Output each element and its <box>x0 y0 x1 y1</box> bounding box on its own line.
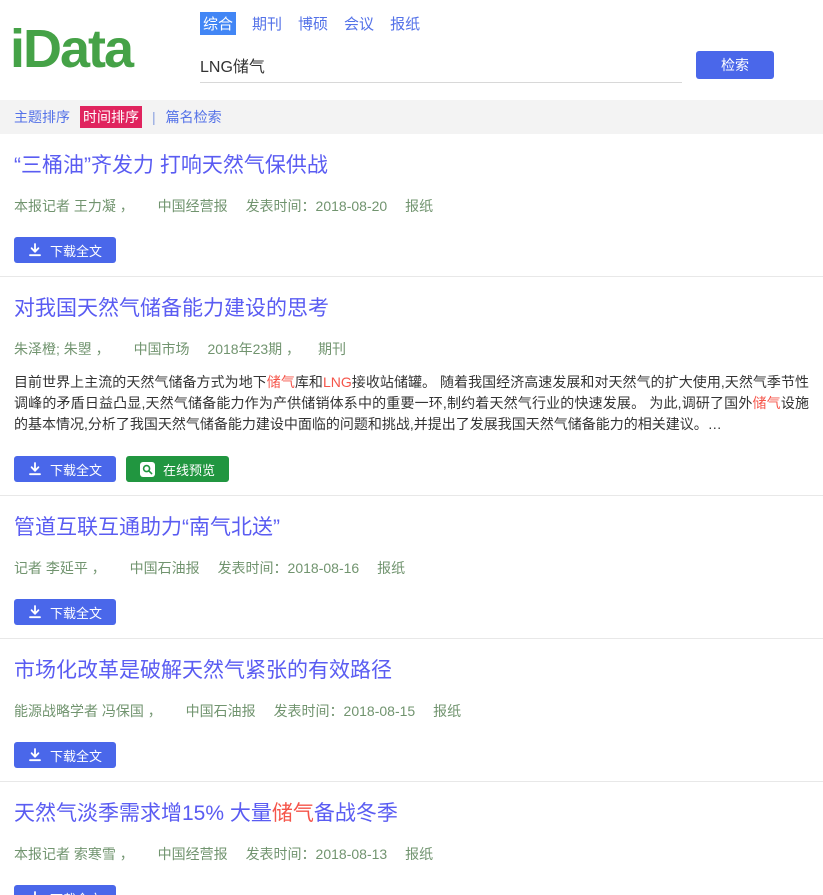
download-icon <box>28 748 42 762</box>
abstract-highlight: LNG <box>323 374 352 390</box>
result-title-link[interactable]: 管道互联互通助力“南气北送” <box>14 515 809 541</box>
source: 中国石油报 <box>186 703 256 719</box>
result-title-link[interactable]: 市场化改革是破解天然气紧张的有效路径 <box>14 658 809 684</box>
source: 中国市场 <box>134 341 190 357</box>
result-actions: 下载全文 在线预览 <box>14 456 809 482</box>
result-item: “三桶油”齐发力 打响天然气保供战 本报记者 王力凝 ， 中国经营报 发表时间：… <box>0 134 823 277</box>
result-title-link[interactable]: “三桶油”齐发力 打响天然气保供战 <box>14 153 809 179</box>
header: iData 综合 期刊 博硕 会议 报纸 检索 <box>0 0 823 88</box>
tab-composite[interactable]: 综合 <box>200 12 236 35</box>
result-actions: 下载全文 <box>14 237 809 263</box>
doc-type: 报纸 <box>405 846 433 862</box>
search-input[interactable] <box>200 52 682 83</box>
publish-date: 发表时间：2018-08-20 <box>246 198 388 214</box>
download-fulltext-button[interactable]: 下载全文 <box>14 742 116 768</box>
result-title-link[interactable]: 对我国天然气储备能力建设的思考 <box>14 296 809 322</box>
online-preview-button[interactable]: 在线预览 <box>126 456 229 482</box>
authors: 朱泽橙; 朱曌 ， <box>14 341 110 357</box>
publish-date: 发表时间：2018-08-13 <box>246 846 388 862</box>
download-label: 下载全文 <box>50 241 102 260</box>
title-text: 备战冬季 <box>314 802 398 825</box>
header-right: 综合 期刊 博硕 会议 报纸 检索 <box>200 10 809 88</box>
title-highlight: 储气 <box>272 802 314 825</box>
search-row: 检索 <box>200 51 809 83</box>
result-actions: 下载全文 <box>14 742 809 768</box>
sort-bar: 主题排序 时间排序 | 篇名检索 <box>0 100 823 134</box>
download-label: 下载全文 <box>50 603 102 622</box>
publish-date: 发表时间：2018-08-15 <box>274 703 416 719</box>
doc-type: 报纸 <box>405 198 433 214</box>
doc-type: 报纸 <box>377 560 405 576</box>
doc-type: 期刊 <box>318 341 346 357</box>
sort-by-time[interactable]: 时间排序 <box>80 106 142 128</box>
authors: 本报记者 王力凝 ， <box>14 198 134 214</box>
tab-thesis[interactable]: 博硕 <box>298 13 328 34</box>
authors: 记者 李延平 ， <box>14 560 106 576</box>
download-fulltext-button[interactable]: 下载全文 <box>14 885 116 895</box>
result-meta: 朱泽橙; 朱曌 ， 中国市场 2018年23期 ， 期刊 <box>14 339 809 359</box>
results-list: “三桶油”齐发力 打响天然气保供战 本报记者 王力凝 ， 中国经营报 发表时间：… <box>0 134 823 895</box>
result-item: 管道互联互通助力“南气北送” 记者 李延平 ， 中国石油报 发表时间：2018-… <box>0 496 823 639</box>
download-label: 下载全文 <box>50 460 102 479</box>
result-meta: 能源战略学者 冯保国 ， 中国石油报 发表时间：2018-08-15 报纸 <box>14 701 809 721</box>
idata-logo[interactable]: iData <box>10 10 200 88</box>
tab-newspaper[interactable]: 报纸 <box>390 13 420 34</box>
title-search-link[interactable]: 篇名检索 <box>166 107 222 127</box>
abstract-highlight: 储气 <box>753 395 781 411</box>
result-actions: 下载全文 <box>14 885 809 895</box>
download-icon <box>28 605 42 619</box>
source: 中国石油报 <box>130 560 200 576</box>
result-meta: 本报记者 索寒雪 ， 中国经营报 发表时间：2018-08-13 报纸 <box>14 844 809 864</box>
abstract-text: 目前世界上主流的天然气储备方式为地下 <box>14 374 267 390</box>
source: 中国经营报 <box>158 846 228 862</box>
issue: 2018年23期 ， <box>207 341 300 357</box>
sort-by-topic[interactable]: 主题排序 <box>14 107 70 127</box>
scope-tabs: 综合 期刊 博硕 会议 报纸 <box>200 12 809 35</box>
publish-date: 发表时间：2018-08-16 <box>218 560 360 576</box>
download-label: 下载全文 <box>50 889 102 895</box>
result-abstract: 目前世界上主流的天然气储备方式为地下储气库和LNG接收站储罐。 随着我国经济高速… <box>14 372 809 435</box>
authors: 本报记者 索寒雪 ， <box>14 846 134 862</box>
tab-journal[interactable]: 期刊 <box>252 13 282 34</box>
result-item: 天然气淡季需求增15% 大量储气备战冬季 本报记者 索寒雪 ， 中国经营报 发表… <box>0 782 823 895</box>
title-text: 对我国天然气储备能力建设的思考 <box>14 297 329 320</box>
result-meta: 记者 李延平 ， 中国石油报 发表时间：2018-08-16 报纸 <box>14 558 809 578</box>
abstract-highlight: 储气 <box>267 374 295 390</box>
sort-separator: | <box>152 109 156 125</box>
preview-label: 在线预览 <box>163 460 215 479</box>
download-icon <box>28 891 42 895</box>
authors: 能源战略学者 冯保国 ， <box>14 703 162 719</box>
title-text: 天然气淡季需求增15% 大量 <box>14 802 272 825</box>
magnifier-icon <box>140 462 155 477</box>
download-fulltext-button[interactable]: 下载全文 <box>14 599 116 625</box>
download-label: 下载全文 <box>50 746 102 765</box>
title-text: 市场化改革是破解天然气紧张的有效路径 <box>14 659 392 682</box>
download-icon <box>28 243 42 257</box>
result-item: 对我国天然气储备能力建设的思考 朱泽橙; 朱曌 ， 中国市场 2018年23期 … <box>0 277 823 496</box>
result-item: 市场化改革是破解天然气紧张的有效路径 能源战略学者 冯保国 ， 中国石油报 发表… <box>0 639 823 782</box>
doc-type: 报纸 <box>433 703 461 719</box>
tab-conference[interactable]: 会议 <box>344 13 374 34</box>
download-fulltext-button[interactable]: 下载全文 <box>14 456 116 482</box>
download-icon <box>28 462 42 476</box>
download-fulltext-button[interactable]: 下载全文 <box>14 237 116 263</box>
result-title-link[interactable]: 天然气淡季需求增15% 大量储气备战冬季 <box>14 801 809 827</box>
search-button[interactable]: 检索 <box>696 51 774 79</box>
source: 中国经营报 <box>158 198 228 214</box>
result-actions: 下载全文 <box>14 599 809 625</box>
result-meta: 本报记者 王力凝 ， 中国经营报 发表时间：2018-08-20 报纸 <box>14 196 809 216</box>
title-text: “三桶油”齐发力 打响天然气保供战 <box>14 154 328 177</box>
abstract-text: 库和 <box>295 374 323 390</box>
title-text: 管道互联互通助力“南气北送” <box>14 516 280 539</box>
